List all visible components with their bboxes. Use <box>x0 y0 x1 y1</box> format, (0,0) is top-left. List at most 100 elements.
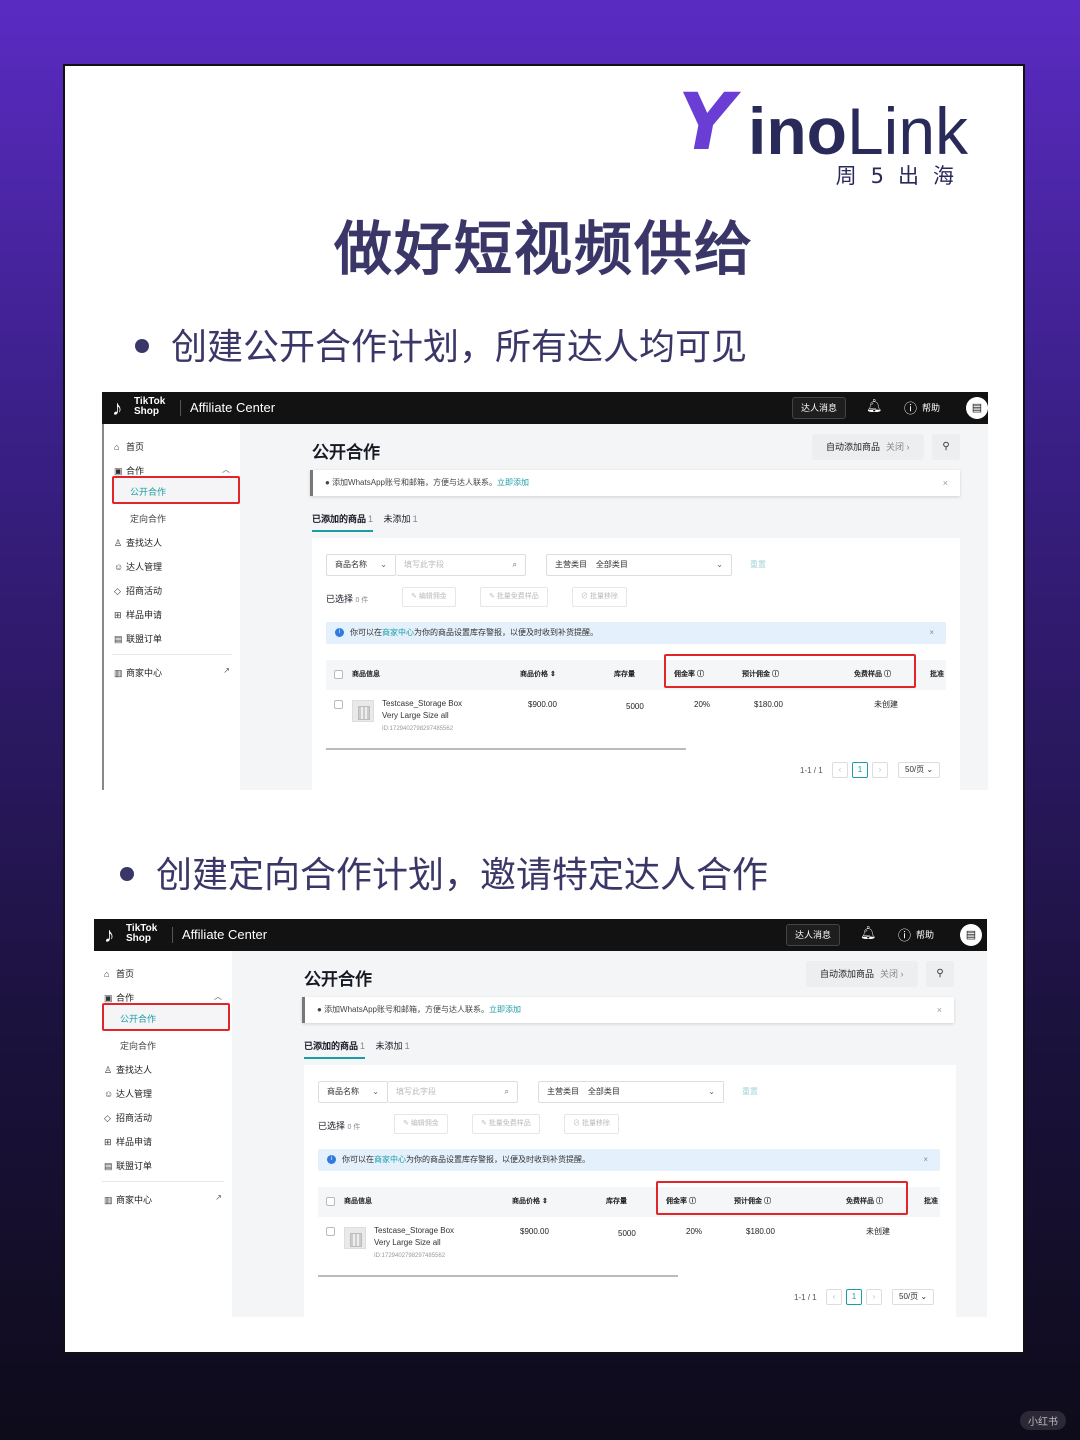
prev-page-button[interactable]: ‹ <box>826 1289 842 1305</box>
page-size-select[interactable]: 50/页 ⌄ <box>898 762 940 778</box>
edit-commission-button[interactable]: ✎ 编辑佣金 <box>402 587 456 607</box>
product-name[interactable]: Testcase_Storage Box Very Large Size all I… <box>374 1225 454 1262</box>
sidebar-item-find-creators[interactable]: ♙ 查找达人 <box>104 1063 152 1076</box>
category-select[interactable]: 主营类目 全部类目 ⌄ <box>546 554 732 576</box>
tab-not-added[interactable]: 未添加 1 <box>384 512 418 530</box>
row-checkbox[interactable] <box>326 1227 335 1237</box>
tab-not-added[interactable]: 未添加 1 <box>376 1039 410 1057</box>
bell-icon[interactable]: 🔔︎ <box>860 925 877 941</box>
question-icon[interactable]: ⓘ <box>898 925 911 944</box>
close-icon[interactable]: × <box>937 997 942 1023</box>
product-name[interactable]: Testcase_Storage Box Very Large Size all I… <box>382 698 462 735</box>
external-link-icon[interactable]: ↗ <box>215 1193 222 1202</box>
seller-center-link[interactable]: 商家中心 <box>382 628 414 637</box>
auto-add-button[interactable]: 自动添加商品 关闭 › <box>812 434 924 460</box>
close-icon[interactable]: × <box>929 622 934 644</box>
sidebar-item-campaigns[interactable]: ◇ 招商活动 <box>114 584 162 597</box>
creator-messages-button[interactable]: 达人消息 <box>786 924 841 946</box>
prev-page-button[interactable]: ‹ <box>832 762 848 778</box>
question-icon[interactable]: ⓘ <box>904 398 917 417</box>
sidebar-item-find-creators[interactable]: ♙ 查找达人 <box>114 536 162 549</box>
help-label[interactable]: 帮助 <box>922 401 940 414</box>
chevron-down-icon: ⌄ <box>372 1087 379 1096</box>
auto-add-button[interactable]: 自动添加商品 关闭 › <box>806 961 918 987</box>
sidebar-item-targeted[interactable]: 定向合作 <box>130 512 166 525</box>
tab-added[interactable]: 已添加的商品 1 <box>304 1039 366 1059</box>
select-all-checkbox[interactable] <box>326 1196 335 1206</box>
sidebar-item-targeted[interactable]: 定向合作 <box>120 1039 156 1052</box>
tiktok-shop-logo[interactable]: ♪ TikTok Shop <box>112 396 176 421</box>
row-est-commission: $180.00 <box>754 700 783 709</box>
close-icon[interactable]: × <box>923 1149 928 1171</box>
tiktok-shop-logo[interactable]: ♪ TikTok Shop <box>104 923 168 948</box>
close-icon[interactable]: × <box>943 470 948 496</box>
gift-icon: ⊞ <box>114 610 122 620</box>
row-est-commission: $180.00 <box>746 1227 775 1236</box>
tiktok-shop-name: TikTok Shop <box>134 396 166 417</box>
page-1-button[interactable]: 1 <box>852 762 868 778</box>
contact-notice: ● 添加WhatsApp账号和邮箱，方便与达人联系。立即添加 × <box>302 997 954 1023</box>
row-checkbox[interactable] <box>334 700 343 710</box>
location-pin-icon[interactable]: ⚲ <box>926 961 954 987</box>
col-price[interactable]: 商品价格 ⇕ <box>512 1187 548 1217</box>
chevron-down-icon: ⌄ <box>380 560 387 569</box>
row-free-sample: 未创建 <box>874 700 898 709</box>
edit-commission-button[interactable]: ✎ 编辑佣金 <box>394 1114 448 1134</box>
page-1-button[interactable]: 1 <box>846 1289 862 1305</box>
external-link-icon[interactable]: ↗ <box>223 666 230 675</box>
sidebar-item-home[interactable]: ⌂ 首页 <box>104 967 134 980</box>
seller-center-link[interactable]: 商家中心 <box>374 1155 406 1164</box>
select-all-checkbox[interactable] <box>334 669 343 679</box>
field-select[interactable]: 商品名称 ⌄ <box>326 554 396 576</box>
sidebar-item-creator-mgmt[interactable]: ☺ 达人管理 <box>114 560 162 573</box>
yinolink-logo: Y inoLink 周5出海 <box>678 84 968 188</box>
horizontal-scrollbar[interactable] <box>318 1275 678 1277</box>
sidebar-item-creator-mgmt[interactable]: ☺ 达人管理 <box>104 1087 152 1100</box>
search-input[interactable]: 填写此字段 ⌕ <box>388 1081 518 1103</box>
next-page-button[interactable]: › <box>872 762 888 778</box>
col-price[interactable]: 商品价格 ⇕ <box>520 660 556 690</box>
store-avatar-icon[interactable]: ▤ <box>960 924 982 946</box>
sidebar-item-seller-center[interactable]: ▥ 商家中心 <box>114 666 162 679</box>
location-pin-icon[interactable]: ⚲ <box>932 434 960 460</box>
sidebar-item-samples[interactable]: ⊞ 样品申请 <box>114 608 162 621</box>
chevron-up-icon[interactable]: ︿ <box>222 464 230 475</box>
help-label[interactable]: 帮助 <box>916 928 934 941</box>
horizontal-scrollbar[interactable] <box>326 748 686 750</box>
batch-remove-button[interactable]: ⊘ 批量移除 <box>572 587 627 607</box>
search-input[interactable]: 填写此字段 ⌕ <box>396 554 526 576</box>
store-avatar-icon[interactable]: ▤ <box>966 397 988 419</box>
reset-button[interactable]: 重置 <box>742 1086 758 1097</box>
col-approve: 批准 <box>930 671 944 678</box>
row-price: $900.00 <box>528 700 557 709</box>
bullet-2: 创建定向合作计划，邀请特定达人合作 <box>120 846 768 898</box>
page-size-select[interactable]: 50/页 ⌄ <box>892 1289 934 1305</box>
sidebar-item-orders[interactable]: ▤ 联盟订单 <box>114 632 162 645</box>
bell-icon[interactable]: 🔔︎ <box>866 398 883 414</box>
affiliate-screenshot-1: ♪ TikTok Shop Affiliate Center 达人消息 🔔︎ ⓘ … <box>102 392 988 790</box>
sidebar-item-seller-center[interactable]: ▥ 商家中心 <box>104 1193 152 1206</box>
sidebar-item-public[interactable]: 公开合作 <box>112 476 240 504</box>
sidebar-item-home[interactable]: ⌂ 首页 <box>114 440 144 453</box>
sidebar-separator <box>102 1181 224 1182</box>
reset-button[interactable]: 重置 <box>750 559 766 570</box>
category-select[interactable]: 主营类目 全部类目 ⌄ <box>538 1081 724 1103</box>
add-now-link[interactable]: 立即添加 <box>489 1005 521 1014</box>
batch-remove-button[interactable]: ⊘ 批量移除 <box>564 1114 619 1134</box>
sidebar-item-public[interactable]: 公开合作 <box>102 1003 230 1031</box>
sidebar-item-orders[interactable]: ▤ 联盟订单 <box>104 1159 152 1172</box>
sidebar-item-samples[interactable]: ⊞ 样品申请 <box>104 1135 152 1148</box>
sidebar-item-campaigns[interactable]: ◇ 招商活动 <box>104 1111 152 1124</box>
chevron-up-icon[interactable]: ︿ <box>214 991 222 1002</box>
tab-added[interactable]: 已添加的商品 1 <box>312 512 374 532</box>
shield-icon: ◇ <box>114 586 121 596</box>
batch-free-sample-button[interactable]: ✎ 批量免费样品 <box>472 1114 540 1134</box>
row-commission: 20% <box>686 1227 703 1236</box>
field-select[interactable]: 商品名称 ⌄ <box>318 1081 388 1103</box>
batch-free-sample-button[interactable]: ✎ 批量免费样品 <box>480 587 548 607</box>
add-now-link[interactable]: 立即添加 <box>497 478 529 487</box>
creator-messages-button[interactable]: 达人消息 <box>792 397 847 419</box>
page-title: 公开合作 <box>312 443 380 462</box>
stock-alert-info: i 你可以在商家中心为你的商品设置库存警报，以便及时收到补货提醒。 × <box>318 1149 940 1171</box>
next-page-button[interactable]: › <box>866 1289 882 1305</box>
